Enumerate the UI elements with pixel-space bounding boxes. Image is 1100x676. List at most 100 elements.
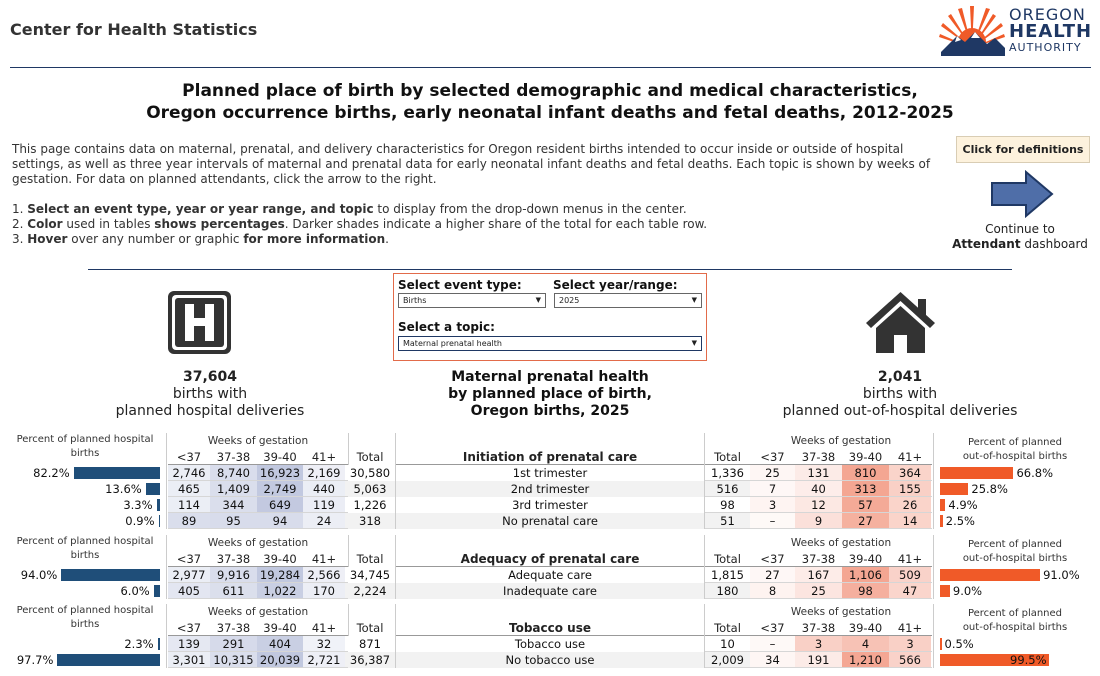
home-cell[interactable]: 1,106	[842, 567, 889, 583]
hospital-cell[interactable]: 2,749	[257, 481, 303, 497]
hospital-cell[interactable]: 119	[303, 497, 345, 513]
home-cell[interactable]: 25	[795, 583, 842, 599]
hospital-cell[interactable]: 291	[210, 636, 257, 652]
home-cell[interactable]: 8	[750, 583, 795, 599]
hospital-cell[interactable]: 139	[168, 636, 210, 652]
hospital-cell[interactable]: 10,315	[210, 652, 257, 668]
home-cell[interactable]: 313	[842, 481, 889, 497]
home-pct-bar[interactable]	[940, 467, 1014, 479]
home-total[interactable]: 2,009	[705, 652, 750, 668]
home-cell[interactable]: 14	[889, 513, 931, 529]
hospital-cell[interactable]: 170	[303, 583, 345, 599]
hospital-pct-bar[interactable]	[61, 569, 160, 581]
home-cell[interactable]: 3	[795, 636, 842, 652]
hospital-pct-bar[interactable]	[158, 515, 160, 527]
home-cell[interactable]: 26	[889, 497, 931, 513]
home-cell[interactable]: 9	[795, 513, 842, 529]
home-cell[interactable]: –	[750, 513, 795, 529]
hospital-cell[interactable]: 611	[210, 583, 257, 599]
hospital-cell[interactable]: 405	[168, 583, 210, 599]
home-cell[interactable]: 12	[795, 497, 842, 513]
hospital-cell[interactable]: 465	[168, 481, 210, 497]
hospital-cell[interactable]: 2,169	[303, 465, 345, 481]
home-cell[interactable]: 4	[842, 636, 889, 652]
hospital-cell[interactable]: 20,039	[257, 652, 303, 668]
hospital-cell[interactable]: 2,746	[168, 465, 210, 481]
hospital-pct-bar[interactable]	[153, 585, 160, 597]
home-pct[interactable]: 9.0%	[953, 583, 982, 599]
home-total[interactable]: 1,815	[705, 567, 750, 583]
home-cell[interactable]: 566	[889, 652, 931, 668]
home-pct-bar[interactable]	[940, 569, 1041, 581]
hospital-pct[interactable]: 3.3%	[0, 497, 152, 513]
hospital-cell[interactable]: 89	[168, 513, 210, 529]
home-cell[interactable]: 3	[750, 497, 795, 513]
hospital-total[interactable]: 34,745	[345, 567, 395, 583]
home-pct-bar[interactable]	[940, 515, 943, 527]
home-cell[interactable]: 7	[750, 481, 795, 497]
hospital-cell[interactable]: 2,721	[303, 652, 345, 668]
hospital-cell[interactable]: 19,284	[257, 567, 303, 583]
hospital-cell[interactable]: 404	[257, 636, 303, 652]
home-pct[interactable]: 66.8%	[1016, 465, 1053, 481]
hospital-cell[interactable]: 94	[257, 513, 303, 529]
hospital-cell[interactable]: 24	[303, 513, 345, 529]
topic-select[interactable]: Maternal prenatal health ▼	[398, 336, 702, 351]
home-total[interactable]: 51	[705, 513, 750, 529]
hospital-cell[interactable]: 16,923	[257, 465, 303, 481]
hospital-total[interactable]: 2,224	[345, 583, 395, 599]
hospital-pct[interactable]: 6.0%	[0, 583, 149, 599]
hospital-cell[interactable]: 344	[210, 497, 257, 513]
right-arrow-icon[interactable]	[988, 170, 1056, 218]
hospital-cell[interactable]: 8,740	[210, 465, 257, 481]
home-cell[interactable]: 25	[750, 465, 795, 481]
home-pct[interactable]: 0.5%	[945, 636, 974, 652]
home-icon[interactable]	[866, 291, 935, 354]
home-cell[interactable]: 57	[842, 497, 889, 513]
hospital-cell[interactable]: 1,022	[257, 583, 303, 599]
home-cell[interactable]: 27	[842, 513, 889, 529]
hospital-cell[interactable]: 9,916	[210, 567, 257, 583]
hospital-total[interactable]: 1,226	[345, 497, 395, 513]
hospital-pct-bar[interactable]	[156, 499, 160, 511]
home-summary[interactable]: 2,041 births with planned out-of-hospita…	[775, 369, 1025, 420]
hospital-cell[interactable]: 95	[210, 513, 257, 529]
hospital-pct-bar[interactable]	[57, 654, 160, 666]
hospital-pct-bar[interactable]	[73, 467, 160, 479]
home-cell[interactable]: 27	[750, 567, 795, 583]
home-cell[interactable]: 34	[750, 652, 795, 668]
hospital-pct[interactable]: 82.2%	[0, 465, 70, 481]
hospital-pct[interactable]: 2.3%	[0, 636, 153, 652]
event-type-select[interactable]: Births ▼	[398, 293, 546, 308]
home-cell[interactable]: 98	[842, 583, 889, 599]
home-total[interactable]: 516	[705, 481, 750, 497]
home-pct[interactable]: 25.8%	[971, 481, 1008, 497]
hospital-total[interactable]: 318	[345, 513, 395, 529]
hospital-icon[interactable]	[168, 291, 231, 354]
home-cell[interactable]: 364	[889, 465, 931, 481]
home-pct-bar[interactable]	[940, 499, 946, 511]
home-pct[interactable]: 2.5%	[946, 513, 975, 529]
home-cell[interactable]: 47	[889, 583, 931, 599]
home-total[interactable]: 10	[705, 636, 750, 652]
hospital-total[interactable]: 36,387	[345, 652, 395, 668]
home-total[interactable]: 98	[705, 497, 750, 513]
home-pct-bar[interactable]	[940, 638, 942, 650]
definitions-button[interactable]: Click for definitions	[956, 136, 1090, 163]
home-total[interactable]: 1,336	[705, 465, 750, 481]
hospital-cell[interactable]: 649	[257, 497, 303, 513]
home-pct-bar[interactable]	[940, 585, 950, 597]
hospital-cell[interactable]: 114	[168, 497, 210, 513]
hospital-total[interactable]: 5,063	[345, 481, 395, 497]
home-cell[interactable]: –	[750, 636, 795, 652]
home-cell[interactable]: 40	[795, 481, 842, 497]
hospital-cell[interactable]: 2,566	[303, 567, 345, 583]
home-cell[interactable]: 155	[889, 481, 931, 497]
home-cell[interactable]: 1,210	[842, 652, 889, 668]
home-cell[interactable]: 810	[842, 465, 889, 481]
oha-logo[interactable]: OREGON HEALTH AUTHORITY	[939, 4, 1091, 56]
hospital-cell[interactable]: 440	[303, 481, 345, 497]
hospital-pct[interactable]: 0.9%	[0, 513, 154, 529]
hospital-total[interactable]: 871	[345, 636, 395, 652]
home-cell[interactable]: 167	[795, 567, 842, 583]
